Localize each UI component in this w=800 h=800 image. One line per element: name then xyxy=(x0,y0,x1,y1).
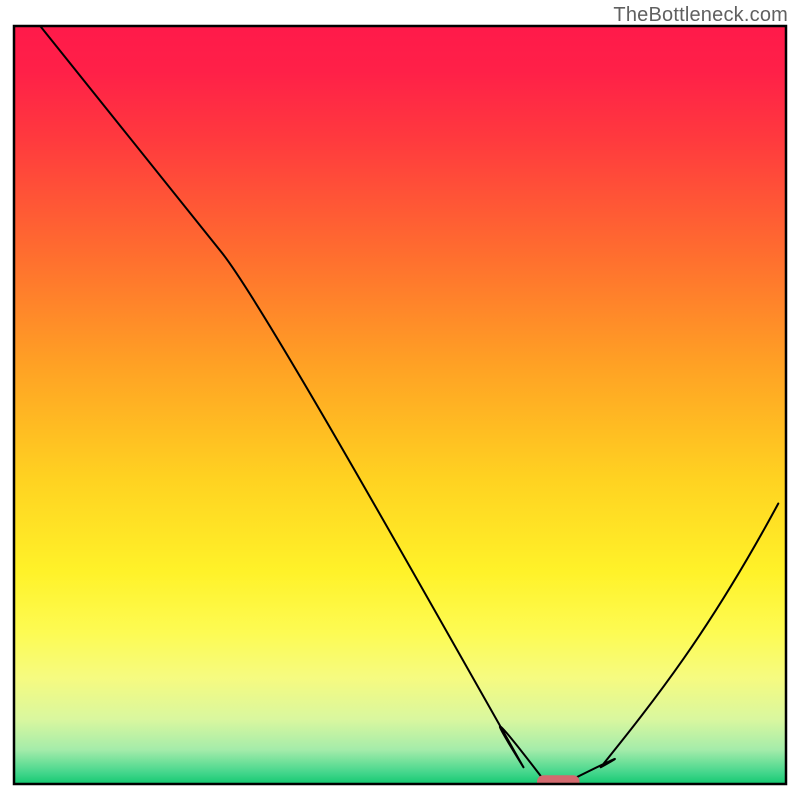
optimal-marker xyxy=(537,775,580,788)
chart-container: TheBottleneck.com xyxy=(0,0,800,800)
bottleneck-chart xyxy=(0,0,800,800)
watermark-text: TheBottleneck.com xyxy=(613,4,788,27)
plot-background xyxy=(14,26,786,784)
